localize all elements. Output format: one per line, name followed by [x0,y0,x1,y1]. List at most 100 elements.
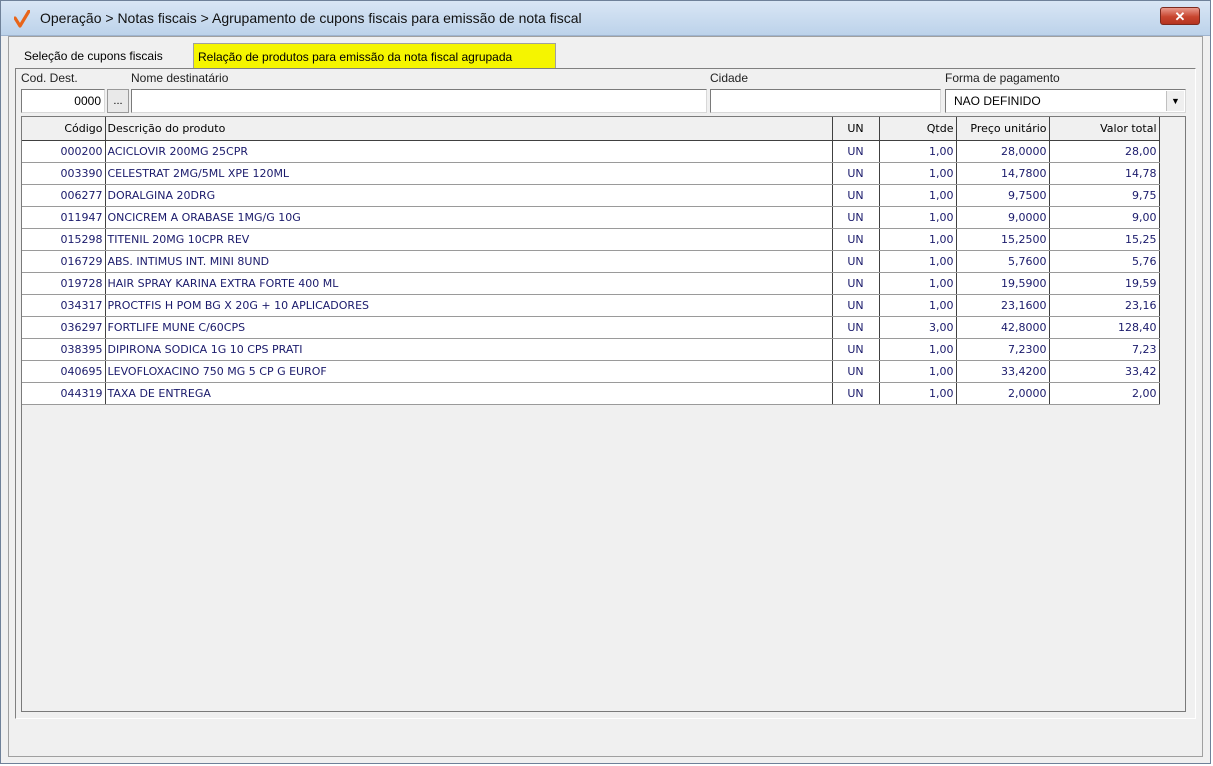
cell-qtde[interactable]: 1,00 [879,272,957,295]
cell-descricao[interactable]: DORALGINA 20DRG [105,184,833,207]
cell-valor-total[interactable]: 23,16 [1049,294,1160,317]
cell-un[interactable]: UN [832,360,880,383]
chevron-down-icon[interactable]: ▼ [1166,91,1184,111]
col-header-preco-unitario[interactable]: Preço unitário [956,117,1050,141]
cell-descricao[interactable]: DIPIRONA SODICA 1G 10 CPS PRATI [105,338,833,361]
close-button[interactable]: ✕ [1160,7,1200,25]
cell-un[interactable]: UN [832,272,880,295]
cell-codigo[interactable]: 036297 [22,316,106,339]
cell-preco-unitario[interactable]: 7,2300 [956,338,1050,361]
nome-destinatario-field[interactable] [131,89,707,113]
col-header-descricao[interactable]: Descrição do produto [105,117,833,141]
cell-preco-unitario[interactable]: 19,5900 [956,272,1050,295]
cell-descricao[interactable]: TAXA DE ENTREGA [105,382,833,405]
cell-valor-total[interactable]: 19,59 [1049,272,1160,295]
table-row[interactable]: 019728 HAIR SPRAY KARINA EXTRA FORTE 400 … [22,272,1160,295]
cell-qtde[interactable]: 1,00 [879,184,957,207]
cell-descricao[interactable]: ACICLOVIR 200MG 25CPR [105,140,833,163]
cell-descricao[interactable]: CELESTRAT 2MG/5ML XPE 120ML [105,162,833,185]
cell-qtde[interactable]: 1,00 [879,360,957,383]
cell-codigo[interactable]: 006277 [22,184,106,207]
products-grid[interactable]: Código Descrição do produto UN Qtde Preç… [21,116,1186,712]
col-header-un[interactable]: UN [832,117,880,141]
cell-valor-total[interactable]: 7,23 [1049,338,1160,361]
cell-codigo[interactable]: 044319 [22,382,106,405]
col-header-valor-total[interactable]: Valor total [1049,117,1160,141]
table-row[interactable]: 036297 FORTLIFE MUNE C/60CPS UN 3,00 42,8000… [22,316,1160,339]
tab-relacao-produtos[interactable]: Relação de produtos para emissão da nota… [193,43,556,68]
table-row[interactable]: 006277 DORALGINA 20DRG UN 1,00 9,7500 9,75 [22,184,1160,207]
cell-valor-total[interactable]: 9,75 [1049,184,1160,207]
cell-un[interactable]: UN [832,228,880,251]
cell-un[interactable]: UN [832,184,880,207]
cell-un[interactable]: UN [832,338,880,361]
table-row[interactable]: 000200 ACICLOVIR 200MG 25CPR UN 1,00 28,0000… [22,140,1160,163]
cell-preco-unitario[interactable]: 9,0000 [956,206,1050,229]
cell-codigo[interactable]: 038395 [22,338,106,361]
cell-un[interactable]: UN [832,162,880,185]
cell-un[interactable]: UN [832,250,880,273]
cell-codigo[interactable]: 000200 [22,140,106,163]
cell-preco-unitario[interactable]: 33,4200 [956,360,1050,383]
cell-qtde[interactable]: 1,00 [879,206,957,229]
table-row[interactable]: 038395 DIPIRONA SODICA 1G 10 CPS PRATI UN 1… [22,338,1160,361]
col-header-codigo[interactable]: Código [22,117,106,141]
forma-pagamento-select[interactable]: NAO DEFINIDO ▼ [945,89,1186,113]
cell-codigo[interactable]: 040695 [22,360,106,383]
table-row[interactable]: 011947 ONCICREM A ORABASE 1MG/G 10G UN 1,00… [22,206,1160,229]
table-row[interactable]: 016729 ABS. INTIMUS INT. MINI 8UND UN 1,00 5… [22,250,1160,273]
cell-valor-total[interactable]: 5,76 [1049,250,1160,273]
cell-qtde[interactable]: 1,00 [879,382,957,405]
cell-preco-unitario[interactable]: 15,2500 [956,228,1050,251]
cell-qtde[interactable]: 1,00 [879,140,957,163]
cell-codigo[interactable]: 016729 [22,250,106,273]
cell-valor-total[interactable]: 33,42 [1049,360,1160,383]
table-row[interactable]: 015298 TITENIL 20MG 10CPR REV UN 1,00 15,250… [22,228,1160,251]
cell-codigo[interactable]: 034317 [22,294,106,317]
cell-qtde[interactable]: 1,00 [879,338,957,361]
cell-descricao[interactable]: ONCICREM A ORABASE 1MG/G 10G [105,206,833,229]
cell-codigo[interactable]: 019728 [22,272,106,295]
cell-valor-total[interactable]: 128,40 [1049,316,1160,339]
cell-un[interactable]: UN [832,294,880,317]
cell-preco-unitario[interactable]: 23,1600 [956,294,1050,317]
cell-codigo[interactable]: 003390 [22,162,106,185]
table-row[interactable]: 040695 LEVOFLOXACINO 750 MG 5 CP G EUROF U… [22,360,1160,383]
cell-preco-unitario[interactable]: 5,7600 [956,250,1050,273]
cell-descricao[interactable]: ABS. INTIMUS INT. MINI 8UND [105,250,833,273]
cell-preco-unitario[interactable]: 2,0000 [956,382,1050,405]
cell-descricao[interactable]: PROCTFIS H POM BG X 20G + 10 APLICADORES [105,294,833,317]
cell-qtde[interactable]: 1,00 [879,294,957,317]
table-row[interactable]: 044319 TAXA DE ENTREGA UN 1,00 2,0000 2,00 [22,382,1160,405]
tab-selecao-cupons[interactable]: Seleção de cupons fiscais [20,45,167,68]
cell-preco-unitario[interactable]: 42,8000 [956,316,1050,339]
col-header-qtde[interactable]: Qtde [879,117,957,141]
cell-valor-total[interactable]: 2,00 [1049,382,1160,405]
lookup-destinatario-button[interactable]: ... [107,89,129,113]
cod-dest-field[interactable]: 0000 [21,89,105,113]
cell-un[interactable]: UN [832,140,880,163]
cell-preco-unitario[interactable]: 9,7500 [956,184,1050,207]
cell-valor-total[interactable]: 15,25 [1049,228,1160,251]
cidade-field[interactable] [710,89,941,113]
cell-codigo[interactable]: 015298 [22,228,106,251]
cell-descricao[interactable]: FORTLIFE MUNE C/60CPS [105,316,833,339]
table-row[interactable]: 034317 PROCTFIS H POM BG X 20G + 10 APLIC… [22,294,1160,317]
cell-un[interactable]: UN [832,382,880,405]
cell-valor-total[interactable]: 14,78 [1049,162,1160,185]
cell-descricao[interactable]: HAIR SPRAY KARINA EXTRA FORTE 400 ML [105,272,833,295]
cell-descricao[interactable]: LEVOFLOXACINO 750 MG 5 CP G EUROF [105,360,833,383]
cell-un[interactable]: UN [832,316,880,339]
cell-qtde[interactable]: 1,00 [879,228,957,251]
cell-preco-unitario[interactable]: 14,7800 [956,162,1050,185]
cell-qtde[interactable]: 1,00 [879,250,957,273]
cell-un[interactable]: UN [832,206,880,229]
cell-qtde[interactable]: 3,00 [879,316,957,339]
cell-valor-total[interactable]: 9,00 [1049,206,1160,229]
cell-qtde[interactable]: 1,00 [879,162,957,185]
cell-preco-unitario[interactable]: 28,0000 [956,140,1050,163]
cell-valor-total[interactable]: 28,00 [1049,140,1160,163]
table-row[interactable]: 003390 CELESTRAT 2MG/5ML XPE 120ML UN 1,00 1… [22,162,1160,185]
cell-descricao[interactable]: TITENIL 20MG 10CPR REV [105,228,833,251]
cell-codigo[interactable]: 011947 [22,206,106,229]
